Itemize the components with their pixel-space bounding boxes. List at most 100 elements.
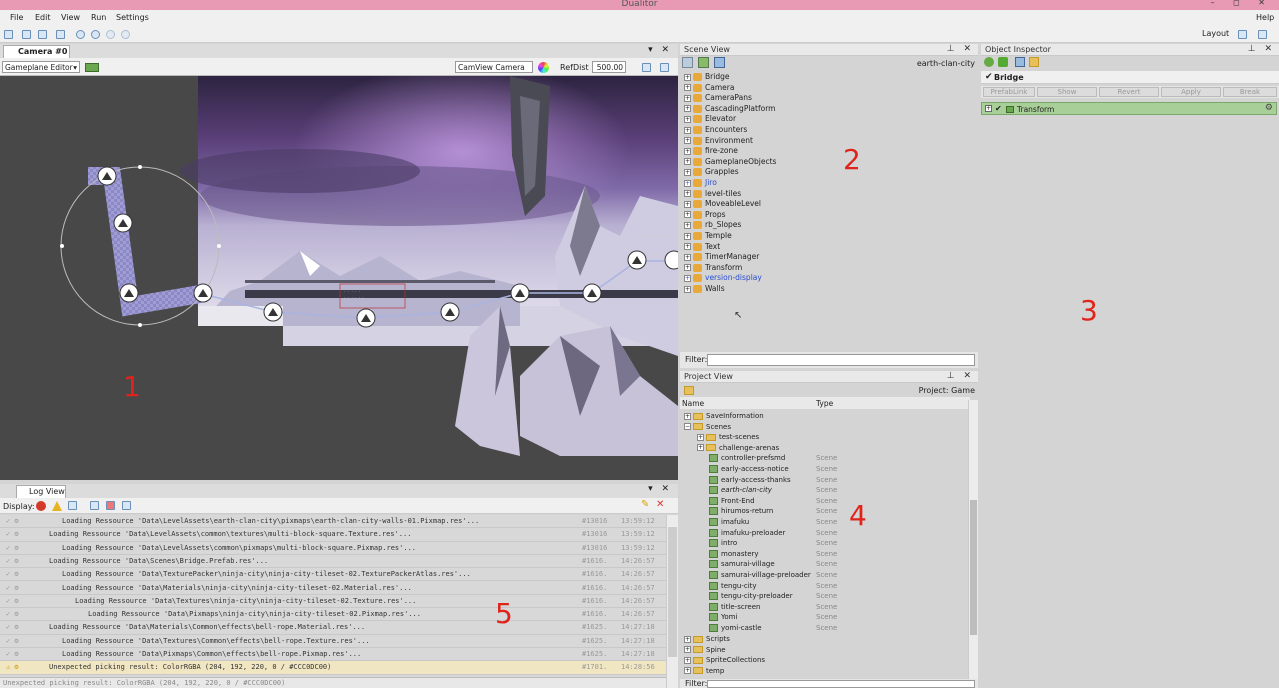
- project-item-scene[interactable]: yomi-castle Scene: [709, 624, 837, 635]
- tab-log-view[interactable]: Log View: [16, 485, 66, 498]
- tree-item[interactable]: + CameraPans: [684, 93, 752, 104]
- expand-icon[interactable]: +: [684, 158, 691, 166]
- step-icon[interactable]: [121, 30, 130, 39]
- log-scroll-thumb[interactable]: [668, 527, 677, 657]
- tree-item[interactable]: + CascadingPlatform: [684, 104, 775, 115]
- expand-icon[interactable]: +: [684, 635, 691, 643]
- tree-item[interactable]: + Temple: [684, 231, 732, 242]
- tree-item[interactable]: + Transform: [684, 263, 742, 274]
- tree-item[interactable]: + Text: [684, 242, 720, 253]
- view-mode-select[interactable]: CamView Camera: [455, 61, 533, 73]
- tree-item[interactable]: + Camera: [684, 83, 734, 94]
- core-filter-icon[interactable]: [90, 501, 99, 510]
- project-item-scene[interactable]: early-access-thanks Scene: [709, 475, 837, 487]
- pause-icon[interactable]: [91, 30, 100, 39]
- expand-icon[interactable]: +: [684, 147, 691, 155]
- tree-item[interactable]: + Encounters: [684, 125, 747, 136]
- project-item-folder[interactable]: + challenge-arenas: [697, 444, 779, 455]
- tree-item[interactable]: + GameplaneObjects: [684, 157, 776, 168]
- tree-item[interactable]: + rb_Slopes: [684, 220, 741, 231]
- project-item-scene[interactable]: samurai-village Scene: [709, 560, 837, 571]
- tree-item[interactable]: + TimerManager: [684, 252, 759, 263]
- game-filter-icon[interactable]: [122, 501, 131, 510]
- project-scroll-thumb[interactable]: [970, 500, 977, 635]
- refresh-icon[interactable]: [984, 57, 994, 67]
- project-item-folder[interactable]: + SaveInformation: [684, 412, 764, 423]
- component-checkbox[interactable]: ✔: [995, 104, 1002, 113]
- new-object-icon[interactable]: [682, 57, 693, 68]
- log-row[interactable]: ✓ ⚙ Loading Ressource 'Data\Materials\nin…: [0, 582, 666, 595]
- active-checkbox[interactable]: ✔: [985, 72, 993, 82]
- prefablink-button[interactable]: PrefabLink: [983, 87, 1035, 97]
- copy-icon[interactable]: [1015, 57, 1025, 67]
- tree-item[interactable]: + fire-zone: [684, 146, 738, 157]
- project-item-scene[interactable]: imafuku Scene: [709, 518, 837, 529]
- expand-icon[interactable]: +: [697, 444, 704, 452]
- expand-icon[interactable]: +: [684, 412, 691, 420]
- expand-icon[interactable]: +: [684, 126, 691, 134]
- component-gear-icon[interactable]: ⚙: [1265, 103, 1273, 113]
- scene-filter-input[interactable]: [707, 354, 975, 366]
- project-item-folder[interactable]: + Spine: [684, 646, 726, 657]
- expand-icon[interactable]: +: [684, 179, 691, 187]
- expand-icon[interactable]: +: [684, 656, 691, 664]
- collapse-icon[interactable]: −: [684, 423, 691, 431]
- menu-settings[interactable]: Settings: [116, 13, 149, 22]
- object-inspector-controls[interactable]: ⊥ ✕: [1248, 44, 1275, 54]
- refdist-input[interactable]: 500.00: [592, 61, 626, 73]
- expand-icon[interactable]: +: [684, 264, 691, 272]
- editor-mode-select[interactable]: Gameplane Editor ▾: [2, 61, 80, 73]
- expand-icon[interactable]: +: [684, 73, 691, 81]
- menu-run[interactable]: Run: [91, 13, 106, 22]
- log-row[interactable]: ✓ ⚙ Loading Ressource 'Data\Textures\ninj…: [0, 595, 666, 609]
- project-item-folder[interactable]: + Scripts: [684, 635, 730, 646]
- tab-camera[interactable]: Camera #0: [3, 45, 70, 58]
- expand-icon[interactable]: +: [684, 84, 691, 92]
- expand-icon[interactable]: +: [684, 190, 691, 198]
- log-row[interactable]: ✓ ⚙ Loading Ressource 'Data\Pixmaps\ninja…: [0, 608, 666, 622]
- project-item-folder[interactable]: + temp: [684, 667, 724, 678]
- expand-icon[interactable]: +: [684, 243, 691, 251]
- tree-item[interactable]: + Walls: [684, 284, 725, 295]
- tree-item[interactable]: + Environment: [684, 136, 753, 147]
- color-wheel-icon[interactable]: [538, 62, 549, 73]
- tree-item[interactable]: + Grapples: [684, 167, 739, 178]
- expand-icon[interactable]: +: [684, 274, 691, 282]
- tree-item[interactable]: + Props: [684, 210, 726, 221]
- project-item-scene[interactable]: hirumos-return Scene: [709, 507, 837, 518]
- tree-item[interactable]: + MoveableLevel: [684, 199, 761, 210]
- log-row[interactable]: ✓ ⚙ Loading Ressource 'Data\Pixmaps\Commo…: [0, 648, 666, 662]
- project-item-scene[interactable]: tengu-city Scene: [709, 581, 837, 593]
- expand-icon[interactable]: +: [684, 646, 691, 654]
- window-controls[interactable]: – ◻ ✕: [1211, 0, 1273, 7]
- paste-icon[interactable]: [1029, 57, 1039, 67]
- project-item-scene[interactable]: Front-End Scene: [709, 496, 837, 508]
- expand-icon[interactable]: +: [684, 285, 691, 293]
- tree-item[interactable]: + Elevator: [684, 114, 736, 125]
- play-icon[interactable]: [76, 30, 85, 39]
- log-row[interactable]: ✓ ⚙ Loading Ressource 'Data\LevelAssets\e…: [0, 515, 666, 529]
- tree-item[interactable]: + Bridge: [684, 72, 729, 83]
- save-scene-icon[interactable]: [714, 57, 725, 68]
- new-folder-icon[interactable]: [684, 386, 694, 395]
- add-component-icon[interactable]: [998, 57, 1008, 67]
- log-list[interactable]: ✓ ⚙ Loading Ressource 'Data\LevelAssets\e…: [0, 515, 666, 688]
- expand-icon[interactable]: +: [684, 200, 691, 208]
- log-row[interactable]: ✓ ⚙ Loading Ressource 'Data\Scenes\Bridge…: [0, 555, 666, 569]
- expand-icon[interactable]: +: [985, 105, 992, 112]
- project-item-scene[interactable]: imafuku-preloader Scene: [709, 528, 837, 540]
- warning-filter-icon[interactable]: [52, 501, 62, 511]
- menu-edit[interactable]: Edit: [35, 13, 51, 22]
- camera-options-icon[interactable]: [660, 63, 669, 72]
- project-item-folder[interactable]: − Scenes: [684, 423, 731, 434]
- project-item-scene[interactable]: title-screen Scene: [709, 602, 837, 614]
- expand-icon[interactable]: +: [684, 253, 691, 261]
- project-item-scene[interactable]: controller-prefsmd Scene: [709, 454, 837, 465]
- break-button[interactable]: Break: [1223, 87, 1277, 97]
- message-filter-icon[interactable]: [68, 501, 77, 510]
- expand-icon[interactable]: +: [684, 168, 691, 176]
- new-scene-icon[interactable]: [698, 57, 709, 68]
- expand-icon[interactable]: +: [684, 137, 691, 145]
- expand-icon[interactable]: +: [697, 433, 704, 441]
- project-scrollbar[interactable]: [968, 400, 978, 680]
